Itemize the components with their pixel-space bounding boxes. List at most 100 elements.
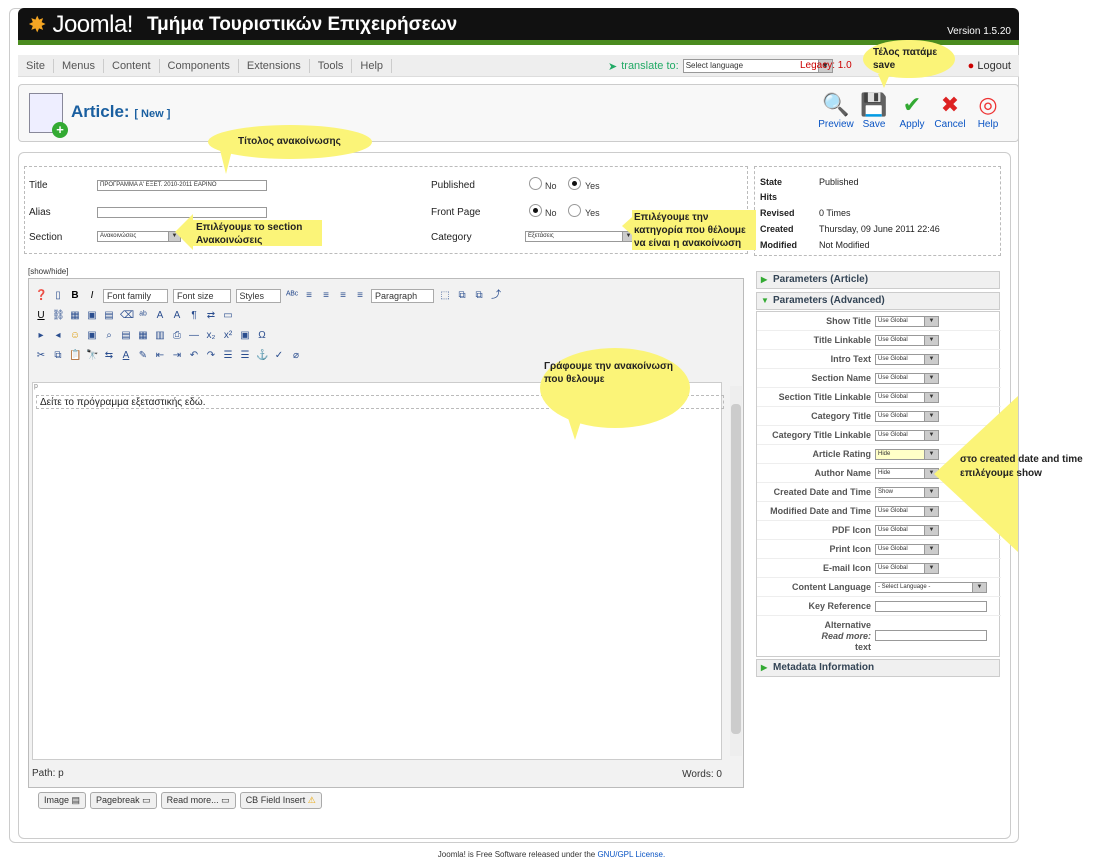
select-all-icon[interactable]: ⬚	[439, 290, 451, 302]
ltr-icon[interactable]: ▸	[35, 330, 47, 342]
copy-icon[interactable]: ⧉	[52, 350, 64, 362]
menu-help[interactable]: Help	[352, 58, 393, 73]
parameters-article-panel[interactable]: ▶ Parameters (Article)	[756, 271, 1000, 289]
direction-icon[interactable]: ⇄	[205, 310, 217, 322]
editor-scrollbar[interactable]	[730, 386, 742, 756]
pdf-icon-select[interactable]: Use Global ▼	[875, 525, 939, 536]
published-yes-radio[interactable]	[568, 177, 581, 190]
cancel-button[interactable]: ✖ Cancel	[931, 91, 969, 130]
frontpage-yes-radio[interactable]	[568, 204, 581, 217]
menu-components[interactable]: Components	[160, 58, 239, 73]
link-icon[interactable]: ⛓	[52, 310, 65, 322]
bullet-list-icon[interactable]: ☰	[239, 350, 251, 362]
bold-icon[interactable]: B	[69, 290, 81, 302]
cb-field-insert-button[interactable]: CB Field Insert ⚠	[239, 792, 322, 809]
indent-icon[interactable]: ⇥	[171, 350, 183, 362]
horizontal-rule-icon[interactable]: —	[188, 330, 200, 342]
title-linkable-select[interactable]: Use Global ▼	[875, 335, 939, 346]
insert-icon[interactable]: ⤴	[490, 290, 502, 302]
gpl-license-link[interactable]: GNU/GPL License.	[597, 850, 665, 859]
menu-tools[interactable]: Tools	[310, 58, 353, 73]
table-row-icon[interactable]: ▦	[137, 330, 149, 342]
superscript-icon[interactable]: x²	[222, 330, 234, 342]
undo-icon[interactable]: ↶	[188, 350, 200, 362]
menu-site[interactable]: Site	[18, 58, 54, 73]
styles-select[interactable]: Styles	[235, 289, 282, 303]
abbr-icon[interactable]: ᵃᵇ	[137, 310, 149, 322]
emoticon-icon[interactable]: ☺	[69, 330, 81, 342]
save-button[interactable]: 💾 Save	[855, 91, 893, 130]
paste-icon[interactable]: 📋	[69, 350, 81, 362]
readmore-button[interactable]: Read more... ▭	[160, 792, 236, 809]
metadata-panel[interactable]: ▶ Metadata Information	[756, 659, 1000, 677]
font-family-select[interactable]: Font family	[103, 289, 169, 303]
font-color-icon[interactable]: A	[120, 350, 132, 362]
media-icon[interactable]: ▣	[86, 310, 98, 322]
underline-icon[interactable]: U	[35, 310, 47, 322]
table-icon[interactable]: ▦	[69, 310, 81, 322]
align-right-icon[interactable]: ≡	[337, 290, 349, 302]
cut-icon[interactable]: ✂	[35, 350, 47, 362]
show-title-select[interactable]: Use Global ▼	[875, 316, 939, 327]
cleanup-icon[interactable]: ✓	[273, 350, 285, 362]
intro-text-select[interactable]: Use Global ▼	[875, 354, 939, 365]
align-justify-icon[interactable]: ≡	[354, 290, 366, 302]
published-no-radio[interactable]	[529, 177, 542, 190]
menu-extensions[interactable]: Extensions	[239, 58, 310, 73]
media-insert-icon[interactable]: ▣	[86, 330, 98, 342]
category-title-select[interactable]: Use Global ▼	[875, 411, 939, 422]
font-size-select[interactable]: Font size	[173, 289, 231, 303]
scrollbar-thumb[interactable]	[731, 404, 741, 734]
copy-icon[interactable]: ⧉	[456, 290, 468, 302]
email-icon-select[interactable]: Use Global ▼	[875, 563, 939, 574]
remove-format-icon[interactable]: ⌀	[290, 350, 302, 362]
help-icon[interactable]: ❓	[35, 290, 47, 302]
table-col-icon[interactable]: ▥	[154, 330, 166, 342]
paragraph-mark-icon[interactable]: ¶	[188, 310, 200, 322]
align-left-icon[interactable]: ≡	[303, 290, 315, 302]
key-reference-input[interactable]	[875, 601, 987, 612]
category-select[interactable]: Εξετάσεις ▼	[525, 231, 635, 242]
section-select[interactable]: Ανακοινώσεις ▼	[97, 231, 181, 242]
author-name-select[interactable]: Hide ▼	[875, 468, 939, 479]
text-color-icon[interactable]: A	[154, 310, 166, 322]
article-rating-select[interactable]: Hide ▼	[875, 449, 939, 460]
highlight-icon[interactable]: ✎	[137, 350, 149, 362]
outdent-icon[interactable]: ⇤	[154, 350, 166, 362]
new-document-icon[interactable]: ▯	[52, 290, 64, 302]
content-language-select[interactable]: - Select Language - ▼	[875, 582, 987, 593]
help-button[interactable]: ◎ Help	[969, 91, 1007, 130]
background-color-icon[interactable]: A	[171, 310, 183, 322]
paragraph-format-select[interactable]: Paragraph	[371, 289, 435, 303]
rtl-icon[interactable]: ◂	[52, 330, 64, 342]
print-icon[interactable]: ⎙	[171, 330, 183, 342]
editor-toggle-link[interactable]: [show/hide]	[28, 267, 68, 276]
omega-icon[interactable]: Ω	[256, 330, 268, 342]
template-icon[interactable]: ▤	[120, 330, 132, 342]
align-center-icon[interactable]: ≡	[320, 290, 332, 302]
logout-link[interactable]: ● Logout	[968, 60, 1011, 72]
frontpage-no-radio[interactable]	[529, 204, 542, 217]
created-date-select[interactable]: Show ▼	[875, 487, 939, 498]
numbered-list-icon[interactable]: ☰	[222, 350, 234, 362]
italic-icon[interactable]: I	[86, 290, 98, 302]
pagebreak-button[interactable]: Pagebreak ▭	[90, 792, 157, 809]
apply-button[interactable]: ✔ Apply	[893, 91, 931, 130]
title-input[interactable]: ΠΡΟΓΡΑΜΜΑ Α' ΕΞΕΤ. 2010-2011 ΕΑΡΙΝΟ	[97, 180, 267, 191]
section-title-linkable-select[interactable]: Use Global ▼	[875, 392, 939, 403]
print-icon-select[interactable]: Use Global ▼	[875, 544, 939, 555]
hr-icon[interactable]: ▭	[222, 310, 234, 322]
fullscreen-icon[interactable]: ▣	[239, 330, 251, 342]
subscript-icon[interactable]: x₂	[205, 330, 217, 342]
image-icon[interactable]: ▤	[103, 310, 115, 322]
modified-date-select[interactable]: Use Global ▼	[875, 506, 939, 517]
clean-icon[interactable]: ⌫	[120, 310, 134, 322]
category-title-linkable-select[interactable]: Use Global ▼	[875, 430, 939, 441]
menu-menus[interactable]: Menus	[54, 58, 104, 73]
parameters-advanced-panel[interactable]: ▼ Parameters (Advanced)	[756, 292, 1000, 310]
preview-icon[interactable]: ⌕	[103, 330, 115, 342]
redo-icon[interactable]: ↷	[205, 350, 217, 362]
insert-image-button[interactable]: Image ▤	[38, 792, 87, 809]
editor-content-area[interactable]	[32, 382, 722, 760]
anchor-icon[interactable]: ⚓	[256, 350, 268, 362]
